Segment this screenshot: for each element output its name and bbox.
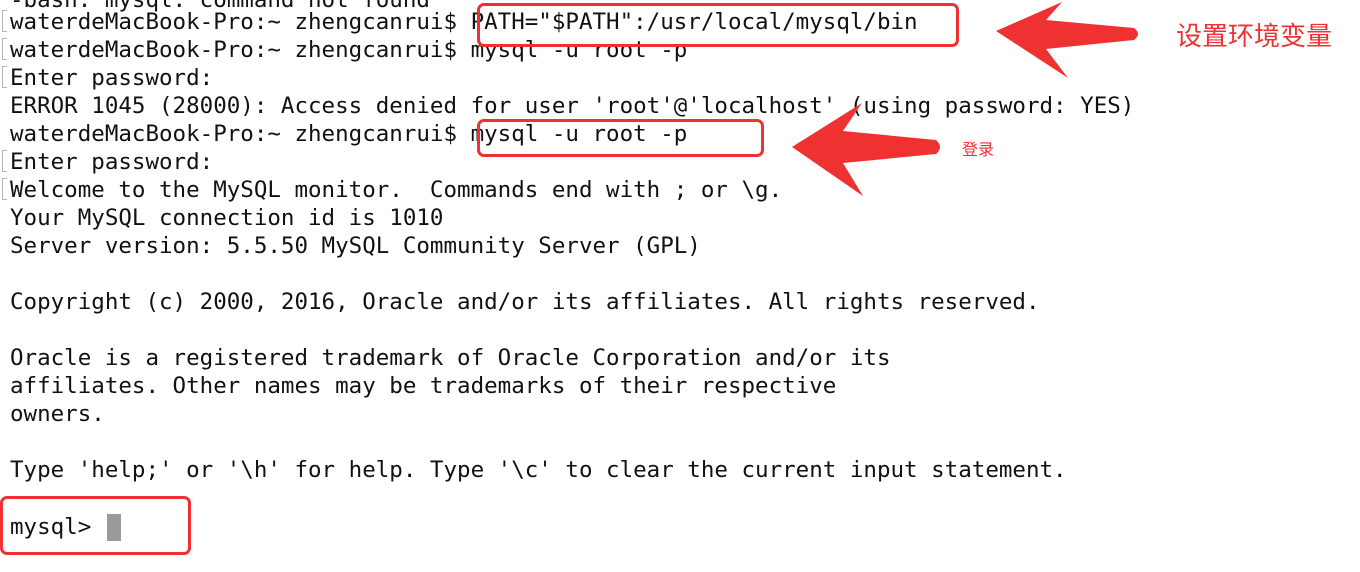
login-annotation: 登录 bbox=[962, 140, 995, 159]
set-env-annotation: 设置环境变量 bbox=[1176, 22, 1333, 52]
arrow-left-icon bbox=[996, 2, 1138, 78]
annotation-arrows bbox=[792, 2, 1138, 196]
arrow-left-icon bbox=[792, 103, 940, 196]
